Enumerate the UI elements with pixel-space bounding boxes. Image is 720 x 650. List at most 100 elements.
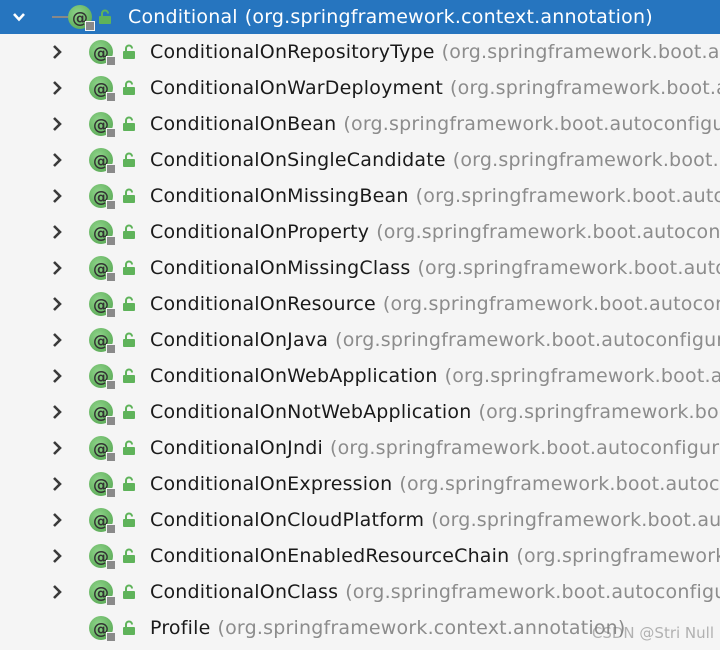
package-name: (org.springframework.boot.auto [431, 509, 720, 531]
package-name: (org.springframework.boot.a [452, 149, 720, 171]
chevron-right-icon[interactable] [46, 70, 68, 106]
annotation-icon: @ [89, 508, 116, 534]
chevron-right-icon[interactable] [46, 538, 68, 574]
annotation-icon: @ [89, 220, 116, 246]
annotation-icon: @ [89, 292, 116, 318]
annotation-icon: @ [89, 616, 116, 642]
public-lock-icon [123, 368, 135, 383]
chevron-right-icon[interactable] [46, 394, 68, 430]
public-lock-icon [123, 404, 135, 419]
package-name: (org.springframework.boot.autoconfigure [329, 437, 720, 459]
chevron-right-icon[interactable] [46, 358, 68, 394]
annotation-icon: @ [89, 364, 116, 390]
tree-child-row[interactable]: @ ConditionalOnEnabledResourceChain (org… [0, 538, 720, 574]
tree-node-label: ConditionalOnEnabledResourceChain (org.s… [150, 538, 720, 574]
tree-node-label: ConditionalOnNotWebApplication (org.spri… [150, 394, 720, 430]
class-name: ConditionalOnCloudPlatform [150, 509, 425, 531]
annotation-icon: @ [89, 400, 116, 426]
tree-node-label: ConditionalOnMissingClass (org.springfra… [150, 250, 720, 286]
public-lock-icon [123, 116, 135, 131]
public-lock-icon [123, 548, 135, 563]
chevron-right-icon[interactable] [46, 34, 68, 70]
chevron-right-icon[interactable] [46, 214, 68, 250]
tree-child-row[interactable]: @ ConditionalOnMissingBean (org.springfr… [0, 178, 720, 214]
tree-node-label: ConditionalOnClass (org.springframework.… [150, 574, 720, 610]
public-lock-icon [123, 620, 135, 635]
watermark: CSDN @Stri Null [591, 624, 714, 642]
chevron-right-icon[interactable] [46, 430, 68, 466]
public-lock-icon [123, 332, 135, 347]
tree-child-row[interactable]: @ ConditionalOnExpression (org.springfra… [0, 466, 720, 502]
tree-child-row[interactable]: @ ConditionalOnJndi (org.springframework… [0, 430, 720, 466]
chevron-right-icon[interactable] [46, 178, 68, 214]
public-lock-icon [123, 152, 135, 167]
class-name: ConditionalOnClass [150, 581, 339, 603]
public-lock-icon [99, 9, 111, 24]
package-name: (org.springframework.boot.autoconf [382, 293, 720, 315]
chevron-right-icon[interactable] [46, 322, 68, 358]
annotation-icon: @ [89, 328, 116, 354]
package-name: (org.springframework.boot.autoc [417, 257, 720, 279]
class-name: ConditionalOnEnabledResourceChain [150, 545, 510, 567]
package-name: (org.springframework.boot.autoc [415, 185, 720, 207]
annotation-icon: @ [89, 472, 116, 498]
package-name: (org.springframework.boot.autoconfigure [343, 113, 720, 135]
tree-child-row[interactable]: @ ConditionalOnMissingClass (org.springf… [0, 250, 720, 286]
tree-node-label: Profile (org.springframework.context.ann… [150, 610, 626, 646]
class-name: ConditionalOnJndi [150, 437, 323, 459]
chevron-right-icon[interactable] [46, 502, 68, 538]
public-lock-icon [123, 224, 135, 239]
public-lock-icon [123, 44, 135, 59]
tree-child-row[interactable]: @ ConditionalOnClass (org.springframewor… [0, 574, 720, 610]
class-name: ConditionalOnNotWebApplication [150, 401, 472, 423]
tree-child-row[interactable]: @ ConditionalOnResource (org.springframe… [0, 286, 720, 322]
tree-node-label: ConditionalOnResource (org.springframewo… [150, 286, 720, 322]
package-name: (org.springframework.boot.au [444, 365, 720, 387]
annotation-icon: @ [89, 580, 116, 606]
tree-child-row[interactable]: @ ConditionalOnWarDeployment (org.spring… [0, 70, 720, 106]
tree-child-row[interactable]: @ ConditionalOnNotWebApplication (org.sp… [0, 394, 720, 430]
chevron-down-icon[interactable] [8, 0, 30, 34]
tree-node-label: ConditionalOnMissingBean (org.springfram… [150, 178, 720, 214]
annotation-icon: @ [68, 5, 95, 31]
class-name: ConditionalOnMissingClass [150, 257, 411, 279]
tree-node-label: ConditionalOnJava (org.springframework.b… [150, 322, 720, 358]
tree-child-row[interactable]: @ ConditionalOnRepositoryType (org.sprin… [0, 34, 720, 70]
tree-child-row[interactable]: @ ConditionalOnJava (org.springframework… [0, 322, 720, 358]
public-lock-icon [123, 260, 135, 275]
tree-node-label: Conditional (org.springframework.context… [128, 0, 653, 34]
chevron-right-icon[interactable] [46, 466, 68, 502]
chevron-right-icon[interactable] [46, 286, 68, 322]
public-lock-icon [123, 584, 135, 599]
package-name: (org.springframework.boot.autoconfigure [335, 329, 720, 351]
annotation-icon: @ [89, 184, 116, 210]
tree-child-row[interactable]: @ ConditionalOnProperty (org.springframe… [0, 214, 720, 250]
class-name: ConditionalOnWarDeployment [150, 77, 444, 99]
chevron-right-icon[interactable] [46, 250, 68, 286]
annotation-icon: @ [89, 544, 116, 570]
class-name: ConditionalOnJava [150, 329, 329, 351]
annotation-icon: @ [89, 76, 116, 102]
tree-node-label: ConditionalOnWarDeployment (org.springfr… [150, 70, 720, 106]
class-name: ConditionalOnExpression [150, 473, 393, 495]
tree-child-row[interactable]: @ ConditionalOnSingleCandidate (org.spri… [0, 142, 720, 178]
class-name: ConditionalOnResource [150, 293, 376, 315]
class-name: Profile [150, 617, 211, 639]
package-name: (org.springframework.boot [478, 401, 720, 423]
tree-child-row[interactable]: @ ConditionalOnBean (org.springframework… [0, 106, 720, 142]
tree-child-row[interactable]: @ ConditionalOnCloudPlatform (org.spring… [0, 502, 720, 538]
tree-node-label: ConditionalOnExpression (org.springframe… [150, 466, 720, 502]
public-lock-icon [123, 440, 135, 455]
tree-node-label: ConditionalOnRepositoryType (org.springf… [150, 34, 720, 70]
package-name: (org.springframework.boot.autoconfig [376, 221, 720, 243]
tree-child-row[interactable]: @ ConditionalOnWebApplication (org.sprin… [0, 358, 720, 394]
class-name: ConditionalOnBean [150, 113, 337, 135]
chevron-right-icon[interactable] [46, 574, 68, 610]
tree-root-row[interactable]: @ Conditional (org.springframework.conte… [0, 0, 720, 34]
tree-node-label: ConditionalOnSingleCandidate (org.spring… [150, 142, 720, 178]
tree-node-label: ConditionalOnJndi (org.springframework.b… [150, 430, 720, 466]
annotation-icon: @ [89, 40, 116, 66]
chevron-right-icon[interactable] [46, 106, 68, 142]
hierarchy-tree: @ Conditional (org.springframework.conte… [0, 0, 720, 646]
chevron-right-icon[interactable] [46, 142, 68, 178]
